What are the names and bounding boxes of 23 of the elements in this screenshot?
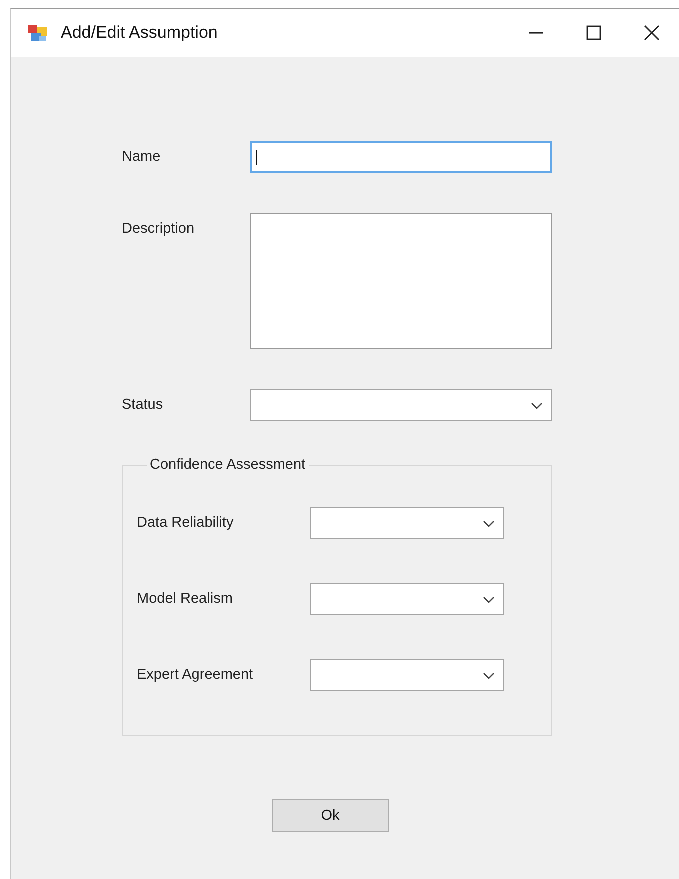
dropdown[interactable] xyxy=(310,583,504,615)
text-cursor xyxy=(256,150,257,165)
chevron-down-icon xyxy=(483,672,495,680)
group-title: Confidence Assessment xyxy=(149,457,307,473)
field-label: Status xyxy=(122,396,164,414)
maximize-icon[interactable] xyxy=(586,25,602,41)
dropdown[interactable] xyxy=(310,659,504,691)
dropdown[interactable] xyxy=(310,507,504,539)
field-label: Data Reliability xyxy=(137,514,235,532)
window-title: Add/Edit Assumption xyxy=(61,23,218,43)
text-area[interactable] xyxy=(250,213,552,349)
field-label: Expert Agreement xyxy=(137,666,254,684)
app-icon xyxy=(27,24,49,42)
field-label: Name xyxy=(122,148,162,166)
ok-button[interactable]: Ok xyxy=(272,799,389,832)
dropdown[interactable] xyxy=(250,389,552,421)
chevron-down-icon xyxy=(483,596,495,604)
text-field[interactable] xyxy=(250,141,552,173)
chevron-down-icon xyxy=(531,402,543,410)
field-label: Description xyxy=(122,220,196,238)
chevron-down-icon xyxy=(483,520,495,528)
field-label: Model Realism xyxy=(137,590,234,608)
close-icon[interactable] xyxy=(644,25,660,41)
